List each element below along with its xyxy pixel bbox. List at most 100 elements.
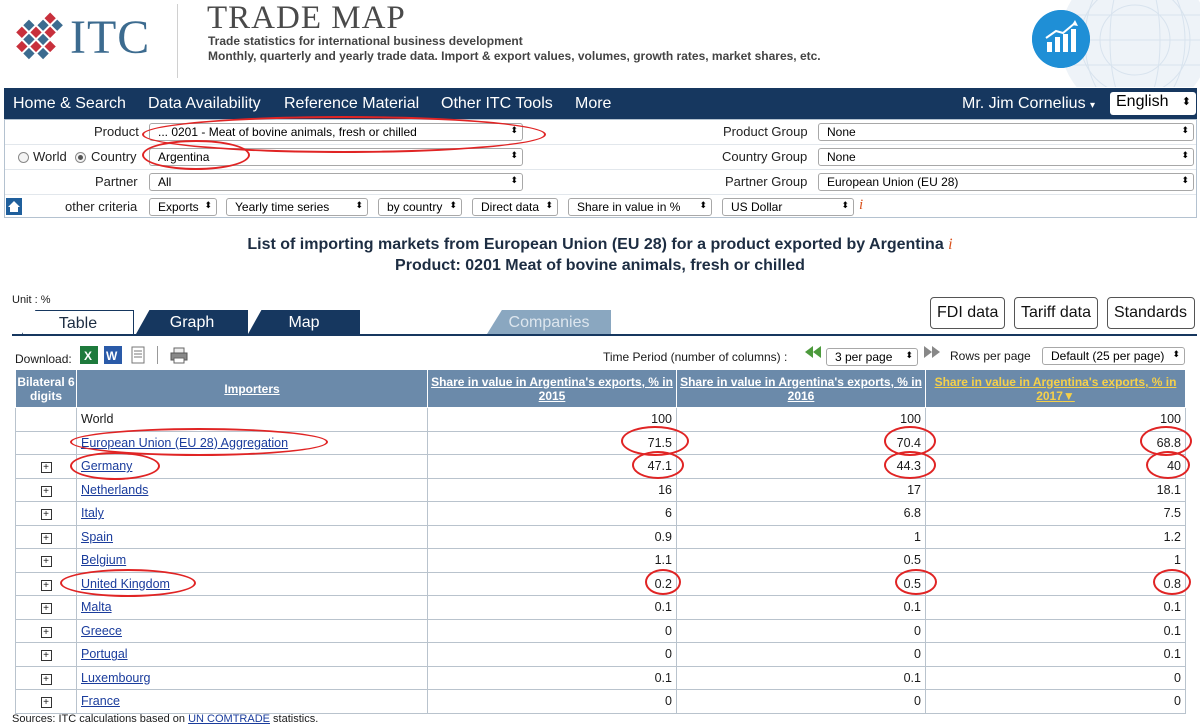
nav-home-search[interactable]: Home & Search <box>13 95 126 113</box>
value-2015-cell: 71.5 <box>427 430 677 455</box>
expand-plus-icon[interactable]: + <box>40 485 52 497</box>
col-2017-header-text: Share in value in Argentina's exports, %… <box>934 374 1177 403</box>
select-arrows-icon: ⬍ <box>204 200 212 210</box>
importer-name[interactable]: Portugal <box>81 647 128 661</box>
importer-name[interactable]: Netherlands <box>81 483 148 497</box>
expand-plus-icon[interactable]: + <box>40 673 52 685</box>
country-group-select[interactable]: None ⬍ <box>818 148 1194 166</box>
value-2015-cell: 6 <box>427 501 677 526</box>
statistics-chart-icon <box>1032 10 1090 68</box>
importer-name[interactable]: Belgium <box>81 553 126 567</box>
value-2017-cell: 7.5 <box>925 501 1186 526</box>
importer-cell: Netherlands <box>76 477 428 502</box>
print-icon[interactable] <box>170 346 188 364</box>
tab-graph[interactable]: Graph <box>136 310 248 334</box>
expand-plus-icon[interactable]: + <box>40 462 52 474</box>
nav-more[interactable]: More <box>575 95 611 113</box>
info-icon[interactable]: i <box>948 236 952 253</box>
importer-name[interactable]: France <box>81 694 120 708</box>
table-header-row: Bilateral 6 digits Importers Share in va… <box>15 369 1186 408</box>
world-radio[interactable] <box>18 152 29 163</box>
col-bilateral-header: Bilateral 6 digits <box>15 369 77 408</box>
flow-select[interactable]: Exports ⬍ <box>149 198 217 216</box>
importer-name[interactable]: Luxembourg <box>81 671 151 685</box>
columns-per-page-value: 3 per page <box>835 350 893 364</box>
rows-per-page-select[interactable]: Default (25 per page) ⬍ <box>1042 347 1185 365</box>
word-icon[interactable]: W <box>104 346 122 364</box>
value-2015-cell: 16 <box>427 477 677 502</box>
importer-name[interactable]: Italy <box>81 506 104 520</box>
col-2015-header[interactable]: Share in value in Argentina's exports, %… <box>427 369 677 408</box>
columns-per-page-select[interactable]: 3 per page ⬍ <box>826 348 918 366</box>
expand-plus-icon[interactable]: + <box>40 650 52 662</box>
importer-name[interactable]: Malta <box>81 600 112 614</box>
col-2017-header[interactable]: Share in value in Argentina's exports, %… <box>925 369 1186 408</box>
excel-icon[interactable]: X <box>80 346 98 364</box>
previous-columns-icon[interactable] <box>805 346 823 358</box>
criteria-panel: Product ... 0201 - Meat of bovine animal… <box>4 119 1197 218</box>
product-select[interactable]: ... 0201 - Meat of bovine animals, fresh… <box>149 123 523 141</box>
value-2017-cell: 68.8 <box>925 430 1186 455</box>
table-row: + Netherlands 16 17 18.1 <box>15 477 1186 502</box>
col-2016-header[interactable]: Share in value in Argentina's exports, %… <box>676 369 926 408</box>
partner-group-select[interactable]: European Union (EU 28) ⬍ <box>818 173 1194 191</box>
tab-companies[interactable]: Companies <box>487 310 611 334</box>
importer-cell: Italy <box>76 501 428 526</box>
expand-plus-icon[interactable]: + <box>40 532 52 544</box>
nav-other-itc-tools[interactable]: Other ITC Tools <box>441 95 553 113</box>
currency-select[interactable]: US Dollar ⬍ <box>722 198 854 216</box>
expand-plus-icon[interactable]: + <box>40 556 52 568</box>
col-importers-header[interactable]: Importers <box>76 369 428 408</box>
table-body: World 100 100 100 European Union (EU 28) Agg… <box>15 407 1186 714</box>
product-group-select[interactable]: None ⬍ <box>818 123 1194 141</box>
expand-plus-icon[interactable]: + <box>40 697 52 709</box>
country-select[interactable]: Argentina ⬍ <box>149 148 523 166</box>
series-select[interactable]: Yearly time series ⬍ <box>226 198 368 216</box>
importer-name[interactable]: Germany <box>81 459 132 473</box>
expand-plus-icon[interactable]: + <box>40 626 52 638</box>
importer-name[interactable]: European Union (EU 28) Aggregation <box>81 436 288 450</box>
tab-table[interactable]: Table <box>22 310 134 334</box>
expand-cell: + <box>15 618 77 643</box>
criteria-row-other: other criteria Exports ⬍ Yearly time seri… <box>5 195 1196 220</box>
table-row: + Belgium 1.1 0.5 1 <box>15 548 1186 573</box>
user-menu[interactable]: Mr. Jim Cornelius ▾ <box>962 95 1095 113</box>
by-select[interactable]: by country ⬍ <box>378 198 462 216</box>
info-icon[interactable]: i <box>859 197 863 214</box>
select-arrows-icon: ⬍ <box>1172 349 1180 359</box>
next-columns-icon[interactable] <box>922 346 940 358</box>
language-value: English <box>1116 93 1169 110</box>
table-row: + Spain 0.9 1 1.2 <box>15 524 1186 549</box>
itc-logo-text: ITC <box>70 11 151 64</box>
nav-reference-material[interactable]: Reference Material <box>284 95 419 113</box>
partner-label: Partner <box>95 174 138 189</box>
by-value: by country <box>387 200 443 214</box>
un-comtrade-link[interactable]: UN COMTRADE <box>188 713 270 724</box>
expand-plus-icon[interactable]: + <box>40 603 52 615</box>
value-2017-cell: 0 <box>925 665 1186 690</box>
language-select[interactable]: English ⬍ <box>1110 92 1196 115</box>
data-type-select[interactable]: Direct data ⬍ <box>472 198 558 216</box>
nav-data-availability[interactable]: Data Availability <box>148 95 261 113</box>
expand-plus-icon[interactable]: + <box>40 579 52 591</box>
expand-plus-icon[interactable]: + <box>40 509 52 521</box>
tariff-data-button[interactable]: Tariff data <box>1014 297 1098 329</box>
partner-select[interactable]: All ⬍ <box>149 173 523 191</box>
indicator-select[interactable]: Share in value in % ⬍ <box>568 198 712 216</box>
fdi-data-button[interactable]: FDI data <box>930 297 1005 329</box>
value-2015-cell: 1.1 <box>427 548 677 573</box>
importer-name[interactable]: United Kingdom <box>81 577 170 591</box>
value-2016-cell: 6.8 <box>676 501 926 526</box>
select-arrows-icon: ⬍ <box>355 200 363 210</box>
importer-name[interactable]: Spain <box>81 530 113 544</box>
select-arrows-icon: ⬍ <box>1181 96 1191 108</box>
text-file-icon[interactable] <box>129 346 147 364</box>
standards-button[interactable]: Standards <box>1107 297 1195 329</box>
value-2017-cell: 40 <box>925 454 1186 479</box>
country-radio[interactable] <box>75 152 86 163</box>
tab-map[interactable]: Map <box>248 310 360 334</box>
home-icon[interactable] <box>6 198 22 215</box>
expand-cell: + <box>15 524 77 549</box>
partner-group-value: European Union (EU 28) <box>827 175 959 189</box>
importer-name[interactable]: Greece <box>81 624 122 638</box>
